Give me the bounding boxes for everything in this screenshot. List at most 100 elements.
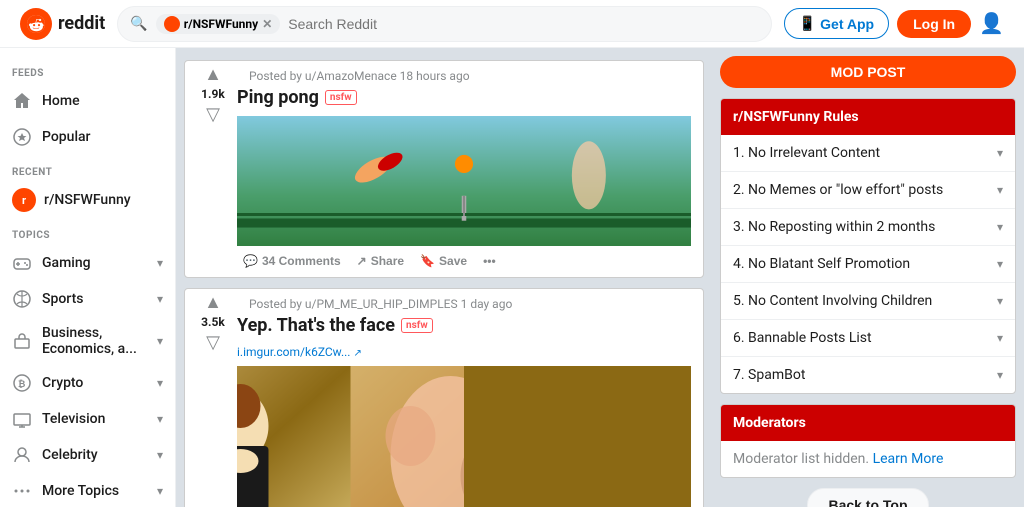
sidebar-item-nsfwfunny[interactable]: r r/NSFWFunny — [0, 182, 175, 218]
topic-label: Sports — [42, 291, 83, 307]
post-image-2 — [237, 366, 691, 507]
learn-more-link[interactable]: Learn More — [873, 451, 944, 467]
rule-item[interactable]: 6. Bannable Posts List ▾ — [721, 320, 1015, 357]
sports-icon — [12, 289, 32, 309]
svg-text:₿: ₿ — [18, 379, 25, 390]
downvote-button[interactable]: ▽ — [206, 333, 220, 351]
reddit-logo[interactable]: reddit — [20, 8, 105, 40]
celebrity-icon — [12, 445, 32, 465]
sidebar-item-television[interactable]: Television ▾ — [0, 401, 175, 437]
reddit-logo-icon — [20, 8, 52, 40]
rule-text: 6. Bannable Posts List — [733, 330, 872, 346]
rule-text: 4. No Blatant Self Promotion — [733, 256, 910, 272]
post-title: Yep. That's the face nsfw — [237, 315, 691, 336]
popular-icon — [12, 127, 32, 147]
nav-right: 📱 Get App Log In 👤 — [784, 8, 1004, 39]
external-link-icon: ↗ — [353, 348, 361, 359]
subreddit-icon — [164, 16, 180, 32]
chevron-icon: ▾ — [157, 292, 163, 306]
mods-header: Moderators — [721, 405, 1015, 441]
chevron-icon: ▾ — [157, 376, 163, 390]
post-card: ▲ 3.5k ▽ Posted by u/PM_ME_UR_HIP_DIMPLE… — [184, 288, 704, 507]
post-image — [237, 116, 691, 246]
rule-item[interactable]: 4. No Blatant Self Promotion ▾ — [721, 246, 1015, 283]
rules-header: r/NSFWFunny Rules — [721, 99, 1015, 135]
rule-text: 3. No Reposting within 2 months — [733, 219, 935, 235]
mods-card: Moderators Moderator list hidden. Learn … — [720, 404, 1016, 478]
upvote-button[interactable]: ▲ — [204, 293, 222, 311]
crypto-icon: ₿ — [12, 373, 32, 393]
search-icon: 🔍 — [130, 16, 147, 32]
rule-item[interactable]: 1. No Irrelevant Content ▾ — [721, 135, 1015, 172]
save-icon: 🔖 — [420, 254, 435, 268]
sidebar-item-label: Popular — [42, 129, 91, 145]
search-bar[interactable]: 🔍 r/NSFWFunny ✕ — [117, 6, 771, 42]
get-app-icon: 📱 — [799, 15, 816, 32]
chevron-icon: ▾ — [157, 334, 163, 348]
topic-label: Television — [42, 411, 105, 427]
chevron-icon: ▾ — [157, 448, 163, 462]
recent-item-label: r/NSFWFunny — [44, 192, 131, 208]
external-link[interactable]: i.imgur.com/k6ZCw... ↗ — [237, 345, 362, 359]
share-button[interactable]: ↗ Share — [351, 250, 410, 272]
post-meta: Posted by u/AmazoMenace 18 hours ago — [237, 61, 691, 87]
subreddit-pill[interactable]: r/NSFWFunny ✕ — [156, 14, 281, 34]
subreddit-close[interactable]: ✕ — [262, 17, 272, 31]
reddit-wordmark: reddit — [58, 13, 105, 34]
rule-item[interactable]: 7. SpamBot ▾ — [721, 357, 1015, 393]
expand-icon: ▾ — [997, 183, 1003, 197]
downvote-button[interactable]: ▽ — [206, 105, 220, 123]
sidebar-item-crypto[interactable]: ₿ Crypto ▾ — [0, 365, 175, 401]
post-meta: Posted by u/PM_ME_UR_HIP_DIMPLES 1 day a… — [237, 289, 691, 315]
rules-card: r/NSFWFunny Rules 1. No Irrelevant Conte… — [720, 98, 1016, 394]
sidebar-item-celebrity[interactable]: Celebrity ▾ — [0, 437, 175, 473]
home-icon — [12, 91, 32, 111]
feeds-label: FEEDS — [0, 56, 175, 83]
more-topics-icon — [12, 481, 32, 501]
back-to-top-button[interactable]: Back to Top — [807, 488, 928, 507]
rule-text: 5. No Content Involving Children — [733, 293, 932, 309]
vote-column: ▲ 3.5k ▽ — [197, 289, 229, 507]
expand-icon: ▾ — [997, 331, 1003, 345]
subreddit-label: r/NSFWFunny — [184, 17, 258, 31]
recent-subreddit-icon: r — [12, 188, 36, 212]
mod-post-button[interactable]: MOD POST — [720, 56, 1016, 88]
rule-item[interactable]: 3. No Reposting within 2 months ▾ — [721, 209, 1015, 246]
sidebar-item-home[interactable]: Home — [0, 83, 175, 119]
vote-count: 3.5k — [201, 315, 225, 329]
business-icon — [12, 331, 32, 351]
upvote-button[interactable]: ▲ — [204, 65, 222, 83]
sidebar-item-more-topics[interactable]: More Topics ▾ — [0, 473, 175, 507]
sidebar-item-gaming[interactable]: Gaming ▾ — [0, 245, 175, 281]
recent-label: RECENT — [0, 155, 175, 182]
rule-item[interactable]: 2. No Memes or "low effort" posts ▾ — [721, 172, 1015, 209]
chevron-icon: ▾ — [157, 412, 163, 426]
sidebar-item-sports[interactable]: Sports ▾ — [0, 281, 175, 317]
sidebar-item-popular[interactable]: Popular — [0, 119, 175, 155]
gaming-icon — [12, 253, 32, 273]
login-button[interactable]: Log In — [897, 10, 971, 38]
expand-icon: ▾ — [997, 146, 1003, 160]
sidebar: FEEDS Home Popular RECENT r r/NSFWFunny … — [0, 48, 176, 507]
rule-text: 1. No Irrelevant Content — [733, 145, 880, 161]
rule-text: 7. SpamBot — [733, 367, 805, 383]
sidebar-item-business[interactable]: Business, Economics, a... ▾ — [0, 317, 175, 365]
post-title: Ping pong nsfw — [237, 87, 691, 108]
user-menu-button[interactable]: 👤 — [979, 11, 1004, 36]
search-input[interactable] — [288, 16, 758, 32]
topic-label: Business, Economics, a... — [42, 325, 157, 357]
rule-item[interactable]: 5. No Content Involving Children ▾ — [721, 283, 1015, 320]
expand-icon: ▾ — [997, 220, 1003, 234]
topic-label: Crypto — [42, 375, 83, 391]
vote-column: ▲ 1.9k ▽ — [197, 61, 229, 278]
main-feed: ▲ 1.9k ▽ Posted by u/AmazoMenace 18 hour… — [176, 48, 712, 507]
save-button[interactable]: 🔖 Save — [414, 250, 473, 272]
get-app-button[interactable]: 📱 Get App — [784, 8, 889, 39]
comments-button[interactable]: 💬 34 Comments — [237, 250, 347, 272]
tv-icon — [12, 409, 32, 429]
sidebar-item-label: Home — [42, 93, 80, 109]
more-button[interactable]: ••• — [477, 250, 502, 272]
chevron-icon: ▾ — [157, 484, 163, 498]
mods-body: Moderator list hidden. Learn More — [721, 441, 1015, 477]
topic-label: More Topics — [42, 483, 119, 499]
